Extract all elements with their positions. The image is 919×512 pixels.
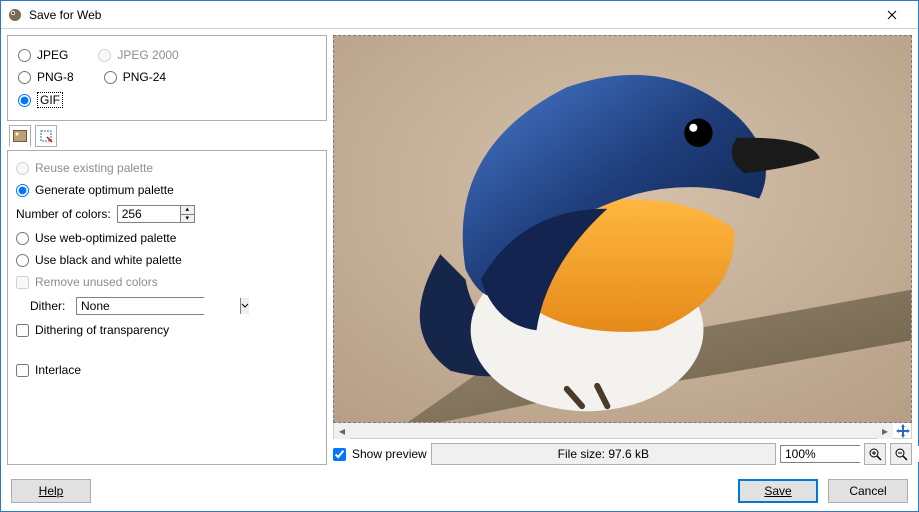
num-colors-input[interactable] <box>118 206 180 222</box>
chevron-down-icon[interactable] <box>240 298 249 314</box>
radio-generate-palette[interactable]: Generate optimum palette <box>16 183 318 197</box>
radio-png24-label: PNG-24 <box>123 70 166 84</box>
move-icon[interactable] <box>895 423 911 439</box>
window-title: Save for Web <box>29 8 870 22</box>
preview-canvas[interactable] <box>333 35 912 423</box>
check-show-preview[interactable]: Show preview <box>333 447 427 461</box>
options-panel: Reuse existing palette Generate optimum … <box>7 150 327 465</box>
titlebar: Save for Web <box>1 1 918 29</box>
dither-combo[interactable] <box>76 297 204 315</box>
spinner-up-icon[interactable]: ▴ <box>180 206 194 214</box>
remove-unused-label: Remove unused colors <box>35 275 158 289</box>
horizontal-scrollbar[interactable]: ◂ ▸ <box>333 423 912 439</box>
scroll-right-icon[interactable]: ▸ <box>877 423 893 439</box>
radio-png8-label: PNG-8 <box>37 70 74 84</box>
radio-gif-label: GIF <box>37 92 63 108</box>
tab-crop-options[interactable] <box>35 125 57 147</box>
radio-jpeg2000[interactable]: JPEG 2000 <box>98 48 178 62</box>
app-icon <box>7 7 23 23</box>
num-colors-label: Number of colors: <box>16 207 111 221</box>
zoom-out-button[interactable] <box>890 443 912 465</box>
dialog-footer: Help Save Cancel <box>1 471 918 511</box>
check-remove-unused[interactable]: Remove unused colors <box>16 275 318 289</box>
spinner-down-icon[interactable]: ▾ <box>180 214 194 223</box>
zoom-in-button[interactable] <box>864 443 886 465</box>
radio-png24[interactable]: PNG-24 <box>104 70 166 84</box>
generate-palette-label: Generate optimum palette <box>35 183 174 197</box>
radio-jpeg2000-label: JPEG 2000 <box>117 48 178 62</box>
format-panel: JPEG JPEG 2000 PNG-8 PNG-24 GIF <box>7 35 327 121</box>
radio-reuse-palette[interactable]: Reuse existing palette <box>16 161 318 175</box>
save-button[interactable]: Save <box>738 479 818 503</box>
radio-bw-palette[interactable]: Use black and white palette <box>16 253 318 267</box>
cancel-button[interactable]: Cancel <box>828 479 908 503</box>
scroll-left-icon[interactable]: ◂ <box>334 423 350 439</box>
tab-image-options[interactable] <box>9 125 31 147</box>
radio-gif[interactable]: GIF <box>18 92 63 108</box>
radio-jpeg-label: JPEG <box>37 48 68 62</box>
interlace-label: Interlace <box>35 363 81 377</box>
num-colors-spinner[interactable]: ▴▾ <box>117 205 195 223</box>
reuse-palette-label: Reuse existing palette <box>35 161 153 175</box>
dither-value[interactable] <box>77 298 240 314</box>
check-dither-transparency[interactable]: Dithering of transparency <box>16 323 318 337</box>
radio-web-palette[interactable]: Use web-optimized palette <box>16 231 318 245</box>
show-preview-label: Show preview <box>352 447 427 461</box>
option-tabs <box>7 125 327 147</box>
radio-jpeg[interactable]: JPEG <box>18 48 68 62</box>
check-interlace[interactable]: Interlace <box>16 363 318 377</box>
dither-trans-label: Dithering of transparency <box>35 323 169 337</box>
bw-palette-label: Use black and white palette <box>35 253 182 267</box>
close-button[interactable] <box>870 1 914 28</box>
web-palette-label: Use web-optimized palette <box>35 231 176 245</box>
filesize-display: File size: 97.6 kB <box>431 443 776 465</box>
help-button[interactable]: Help <box>11 479 91 503</box>
dither-label: Dither: <box>30 299 68 313</box>
scroll-track[interactable] <box>350 423 877 438</box>
radio-png8[interactable]: PNG-8 <box>18 70 74 84</box>
zoom-combo[interactable] <box>780 445 860 463</box>
